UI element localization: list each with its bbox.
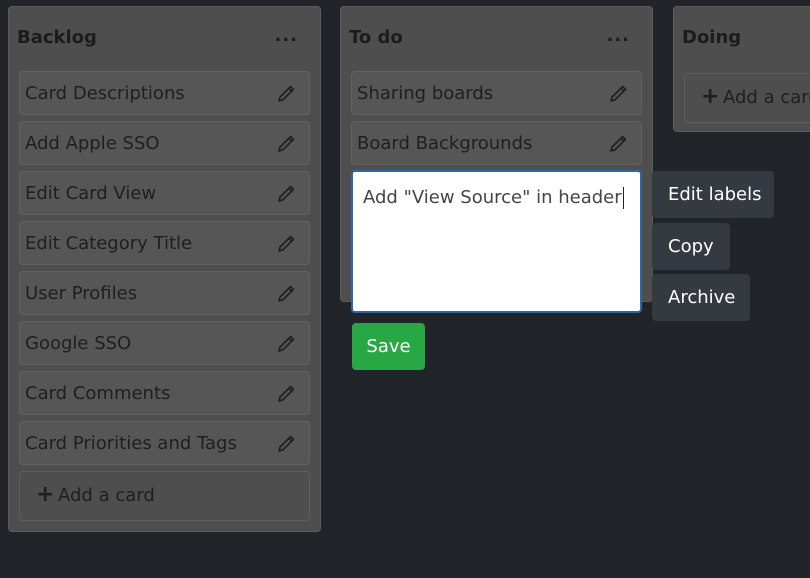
list-menu-button[interactable]: ... (274, 27, 298, 45)
card-title: Card Descriptions (25, 83, 185, 104)
card[interactable]: Google SSO (19, 321, 310, 365)
card-title: Edit Category Title (25, 233, 193, 254)
card-title: Sharing boards (357, 83, 494, 104)
list-title: To do (349, 27, 403, 48)
pencil-icon[interactable] (609, 85, 627, 103)
card-edit-textarea[interactable]: Add "View Source" in header (351, 170, 642, 313)
card[interactable]: Edit Card View (19, 171, 310, 215)
save-button[interactable]: Save (352, 323, 425, 370)
pencil-icon[interactable] (277, 85, 295, 103)
text-caret (622, 187, 624, 209)
card-title: Card Comments (25, 383, 171, 404)
plus-icon: + (701, 84, 720, 109)
card-title: Google SSO (25, 333, 132, 354)
edit-labels-button[interactable]: Edit labels (652, 171, 774, 218)
card-title: Edit Card View (25, 183, 157, 204)
pencil-icon[interactable] (277, 135, 295, 153)
add-card-label: Add a card (58, 485, 155, 506)
pencil-icon[interactable] (277, 235, 295, 253)
card[interactable]: Card Priorities and Tags (19, 421, 310, 465)
pencil-icon[interactable] (277, 285, 295, 303)
card[interactable]: Card Comments (19, 371, 310, 415)
archive-button[interactable]: Archive (652, 274, 750, 321)
card[interactable]: Card Descriptions (19, 71, 310, 115)
list-backlog: Backlog ... Card Descriptions Add Apple … (8, 6, 321, 532)
pencil-icon[interactable] (277, 435, 295, 453)
card[interactable]: Board Backgrounds (351, 121, 642, 165)
list-menu-button[interactable]: ... (606, 27, 630, 45)
add-card-button[interactable]: + Add a card (19, 471, 310, 521)
card-title: User Profiles (25, 283, 138, 304)
card-title: Board Backgrounds (357, 133, 533, 154)
list-title: Doing (682, 27, 742, 48)
card[interactable]: User Profiles (19, 271, 310, 315)
card-title: Card Priorities and Tags (25, 433, 237, 454)
copy-button[interactable]: Copy (652, 223, 730, 270)
card[interactable]: Sharing boards (351, 71, 642, 115)
pencil-icon[interactable] (277, 385, 295, 403)
pencil-icon[interactable] (277, 335, 295, 353)
card[interactable]: Edit Category Title (19, 221, 310, 265)
pencil-icon[interactable] (277, 185, 295, 203)
list-doing: Doing + Add a card (673, 6, 810, 132)
add-card-button[interactable]: + Add a card (684, 73, 810, 123)
list-title: Backlog (17, 27, 97, 48)
pencil-icon[interactable] (609, 135, 627, 153)
plus-icon: + (36, 482, 55, 507)
card-title: Add Apple SSO (25, 133, 160, 154)
add-card-label: Add a card (723, 87, 810, 108)
card-edit-value: Add "View Source" in header (363, 187, 622, 208)
card-edit-text: Add "View Source" in header (363, 187, 624, 209)
card[interactable]: Add Apple SSO (19, 121, 310, 165)
